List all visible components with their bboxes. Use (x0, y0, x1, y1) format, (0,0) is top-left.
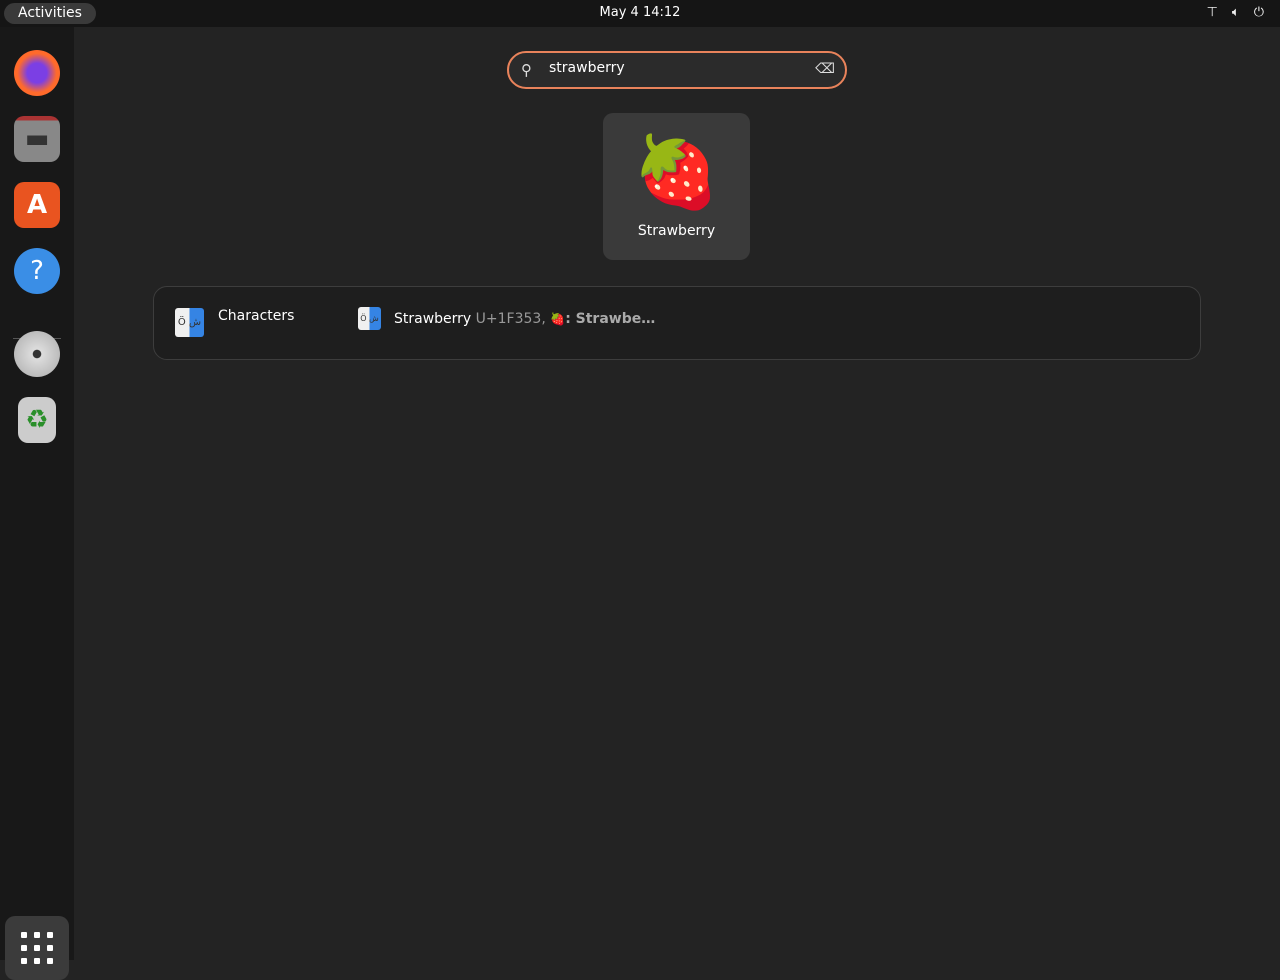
show-apps-button[interactable] (5, 916, 69, 980)
dock-trash[interactable]: ♻ (18, 397, 56, 443)
clock[interactable]: May 4 14:12 (0, 5, 1280, 20)
top-bar: Activities May 4 14:12 ⊤ 🔈︎ ⏻ (0, 0, 1280, 27)
characters-icon[interactable]: Ö ش (175, 308, 204, 337)
characters-result-icon: Ö ش (358, 307, 381, 330)
provider-name[interactable]: Characters (218, 308, 294, 324)
dock-files[interactable]: ▬ (14, 116, 60, 162)
app-result-label: Strawberry (637, 223, 716, 239)
volume-icon[interactable]: 🔈︎ (1232, 5, 1240, 20)
character-result[interactable]: Strawberry U+1F353, 🍓: Strawbe… (394, 311, 655, 327)
result-description: : Strawbe… (565, 311, 656, 327)
search-icon: ⚲ (521, 61, 532, 79)
trash-icon: ♻ (25, 405, 49, 435)
dock: ▬ A ? ♻ (0, 27, 74, 980)
app-result-strawberry[interactable]: 🍓 Strawberry (603, 113, 750, 260)
app-center-icon: A (26, 190, 48, 220)
power-icon[interactable]: ⏻ (1254, 5, 1264, 20)
network-icon[interactable]: ⊤ (1207, 5, 1218, 20)
dock-help[interactable]: ? (14, 248, 60, 294)
result-emoji: 🍓 (550, 312, 566, 326)
result-name: Strawberry (394, 311, 472, 327)
system-tray[interactable]: ⊤ 🔈︎ ⏻ (1207, 5, 1264, 20)
strawberry-icon: 🍓 (632, 131, 721, 213)
dock-app-center[interactable]: A (14, 182, 60, 228)
folder-icon: ▬ (24, 124, 50, 154)
help-icon: ? (30, 256, 44, 286)
clear-search-icon[interactable]: ⌫ (815, 61, 835, 77)
search-input[interactable] (549, 60, 799, 76)
dock-dvd[interactable] (14, 331, 60, 377)
result-code: U+1F353, (475, 311, 546, 327)
characters-provider: Ö ش Characters Ö ش Strawberry U+1F353, 🍓… (153, 286, 1201, 360)
search-field[interactable]: ⚲ ⌫ (507, 51, 847, 89)
dock-firefox[interactable] (14, 50, 60, 96)
